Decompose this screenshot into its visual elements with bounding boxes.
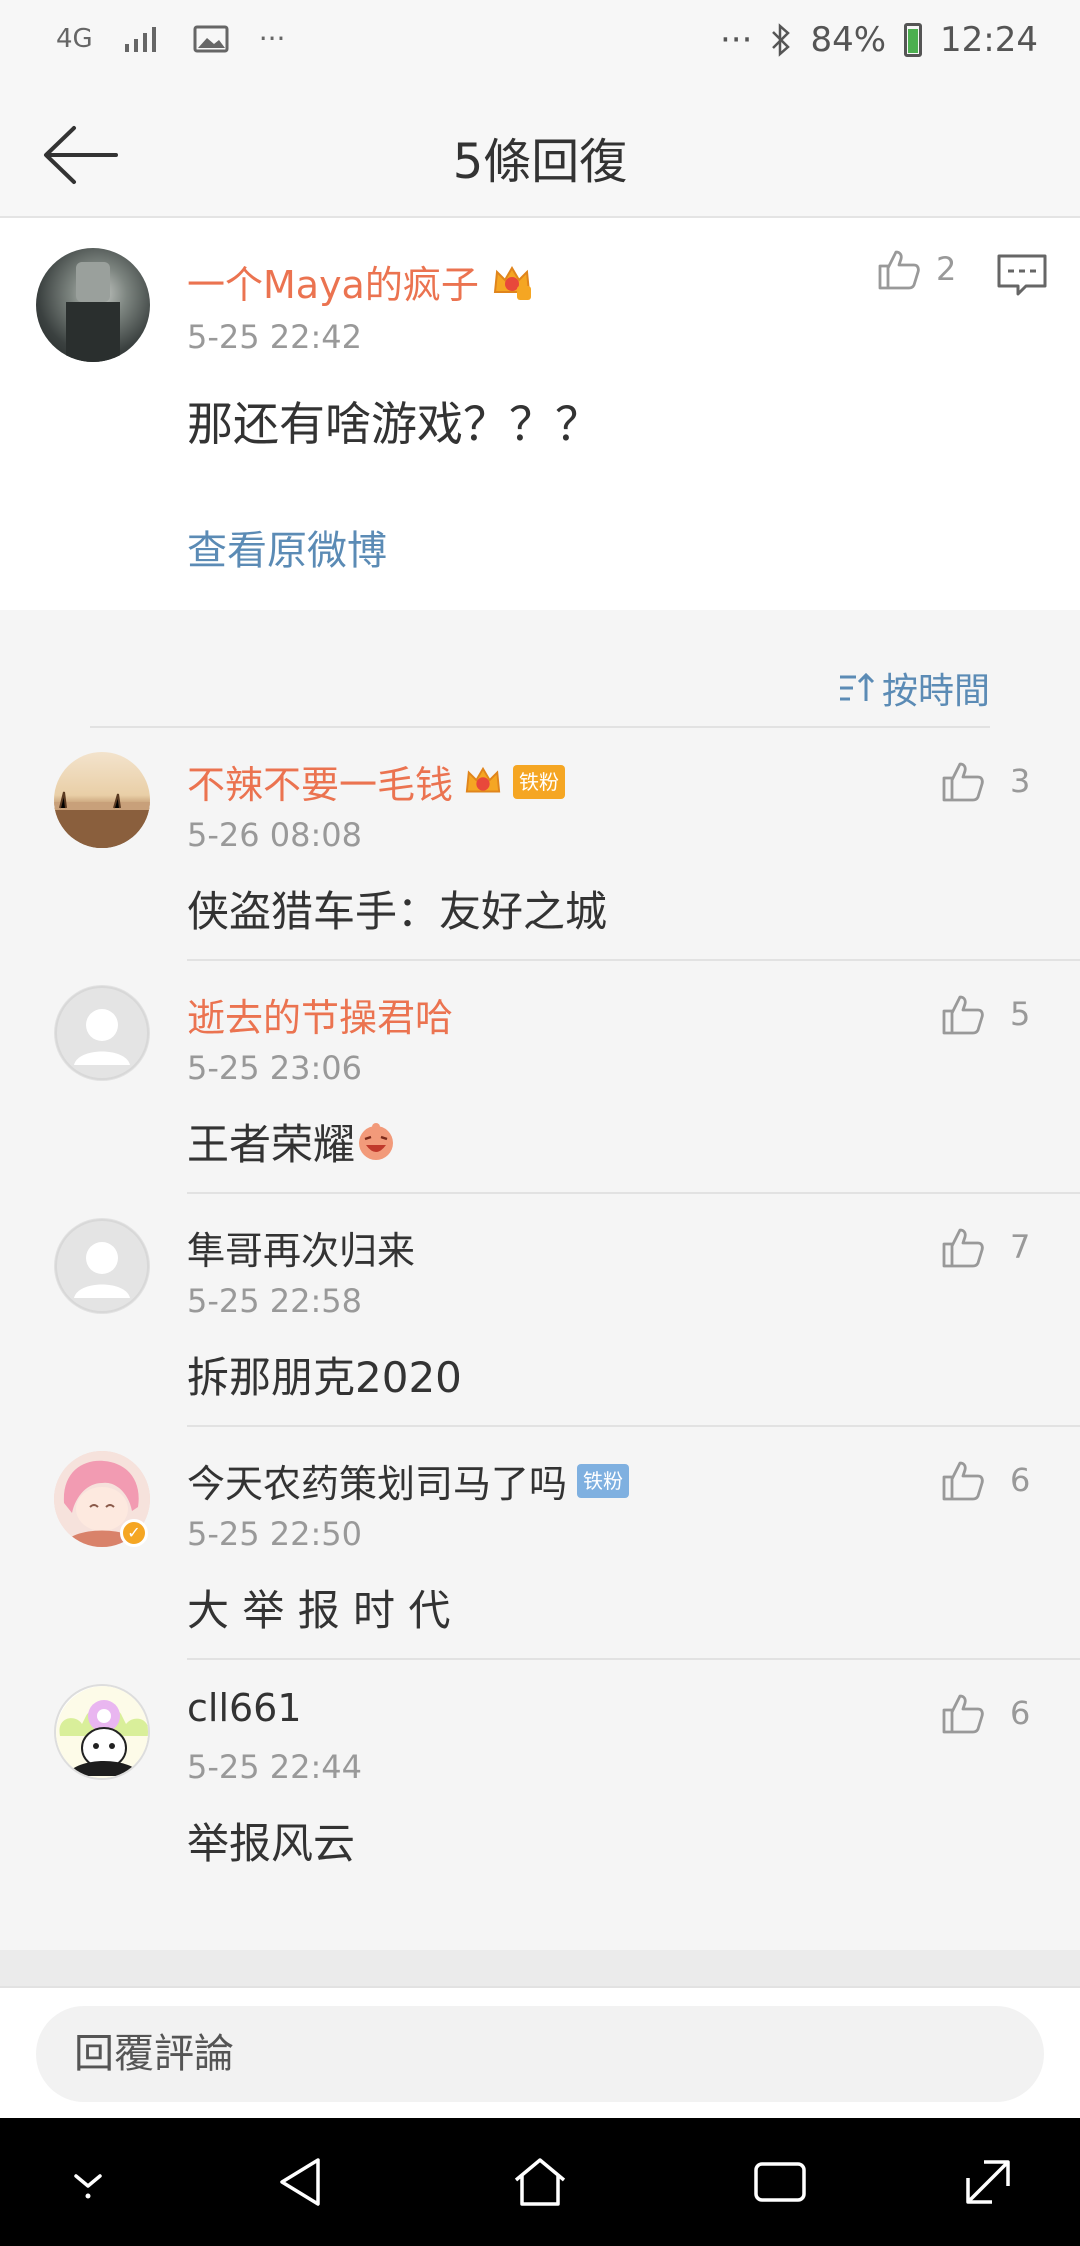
signal-icon [124,26,156,52]
nav-bar: 5條回復 [0,90,1080,218]
reply-author[interactable]: cll661 [187,1686,302,1730]
page-title: 5條回復 [452,134,628,190]
hide-keyboard-icon[interactable] [58,2152,118,2212]
like-count: 5 [1010,995,1031,1033]
comment-time: 5-25 22:42 [187,318,363,356]
reply-text: 举报风云 [187,1819,356,1868]
reply-time: 5-25 22:50 [187,1515,363,1553]
reply-time: 5-26 08:08 [187,816,363,854]
recent-apps-icon[interactable] [750,2152,810,2212]
verified-badge-icon: ✓ [120,1519,148,1547]
author-name[interactable]: 隼哥再次归来 [187,1220,415,1275]
comment-icon[interactable] [996,252,1048,298]
vip-crown-icon [493,265,531,300]
vip-crown-icon [465,766,501,792]
reply-item: cll661 5-25 22:44 举报风云 6 [0,1660,1080,1893]
reply-item: 隼哥再次归来 5-25 22:58 拆那朋克2020 7 [0,1194,1080,1427]
iron-fan-badge: 铁粉 [577,1463,630,1498]
reply-text-row: 王者荣耀 [187,1111,397,1172]
sort-icon [839,672,875,701]
footer-separator [0,1950,1080,1986]
like-button[interactable]: 5 [940,991,1030,1037]
avatar[interactable] [54,752,150,848]
reply-text: 侠盗猎车手：友好之城 [187,887,608,936]
more-notifications: ··· [258,22,286,55]
network-type: 4G [56,23,93,54]
avatar[interactable] [54,1684,150,1780]
reply-author[interactable]: 不辣不要一毛钱 铁粉 [187,754,566,809]
author-name[interactable]: 逝去的节操君哈 [187,987,453,1042]
reply-time: 5-25 23:06 [187,1049,363,1087]
sort-label: 按時間 [881,671,990,712]
sort-button[interactable]: 按時間 [838,662,990,714]
system-nav-bar [0,2118,1080,2246]
author-name[interactable]: 今天农药策划司马了吗 [187,1453,567,1508]
reply-list: 按時間 不辣不要一毛钱 铁粉 5-26 08:08 侠盗猎车手：友好之城 3 逝… [0,610,1080,1950]
reply-text: 大 举 报 时 代 [187,1586,451,1635]
clock: 12:24 [940,20,1038,60]
reply-time: 5-25 22:44 [187,1748,363,1786]
like-button[interactable]: 6 [940,1690,1030,1736]
like-button[interactable]: 2 [876,246,956,292]
main-comment: 一个Maya的疯子 5-25 22:42 那还有啥游戏？？？ 查看原微博 2 [0,218,1080,610]
reply-time: 5-25 22:58 [187,1282,363,1320]
like-count: 6 [1010,1461,1031,1499]
iron-fan-badge: 铁粉 [513,764,566,799]
sort-row: 按時間 [90,646,990,728]
like-button[interactable]: 6 [940,1457,1030,1503]
status-bar: 4G ··· ··· 84% 12:24 [0,0,1080,90]
thumbs-up-icon [942,995,984,1035]
thumbs-up-icon [942,762,984,802]
battery-icon [904,23,923,57]
author-name[interactable]: 不辣不要一毛钱 [187,754,453,809]
thumbs-up-icon [942,1228,984,1268]
laughing-emoji-icon [359,1122,394,1160]
reply-bar [0,1986,1080,2118]
thumbs-up-icon [942,1461,984,1501]
reply-item: 不辣不要一毛钱 铁粉 5-26 08:08 侠盗猎车手：友好之城 3 [0,728,1080,961]
like-count: 2 [936,250,957,288]
thumbs-up-icon [878,250,920,290]
back-nav-icon[interactable] [272,2152,332,2212]
like-button[interactable]: 3 [940,758,1030,804]
comment-author[interactable]: 一个Maya的疯子 [187,254,533,309]
view-original-link[interactable]: 查看原微博 [187,518,387,576]
reply-author[interactable]: 今天农药策划司马了吗 铁粉 [187,1453,630,1508]
avatar[interactable] [54,1218,150,1314]
like-count: 6 [1010,1694,1031,1732]
reply-text: 王者荣耀 [187,1120,356,1169]
status-more: ··· [720,20,753,60]
reply-text: 拆那朋克2020 [187,1353,462,1402]
comment-text: 那还有啥游戏？？？ [187,397,601,451]
bluetooth-icon [772,23,791,57]
reply-item: ✓ 今天农药策划司马了吗 铁粉 5-25 22:50 大 举 报 时 代 6 [0,1427,1080,1660]
avatar[interactable] [54,985,150,1081]
author-name[interactable]: cll661 [187,1686,302,1730]
like-button[interactable]: 7 [940,1224,1030,1270]
home-nav-icon[interactable] [510,2152,570,2212]
like-count: 7 [1010,1228,1031,1266]
author-name[interactable]: 一个Maya的疯子 [187,254,479,309]
reply-item: 逝去的节操君哈 5-25 23:06 王者荣耀 5 [0,961,1080,1194]
image-notification-icon [193,25,229,52]
battery-percent: 84% [810,20,887,60]
avatar[interactable] [36,248,150,362]
like-count: 3 [1010,762,1031,800]
screen-expand-icon[interactable] [958,2152,1018,2212]
reply-input[interactable] [36,2006,1044,2102]
reply-author[interactable]: 隼哥再次归来 [187,1220,415,1275]
reply-author[interactable]: 逝去的节操君哈 [187,987,453,1042]
thumbs-up-icon [942,1694,984,1734]
